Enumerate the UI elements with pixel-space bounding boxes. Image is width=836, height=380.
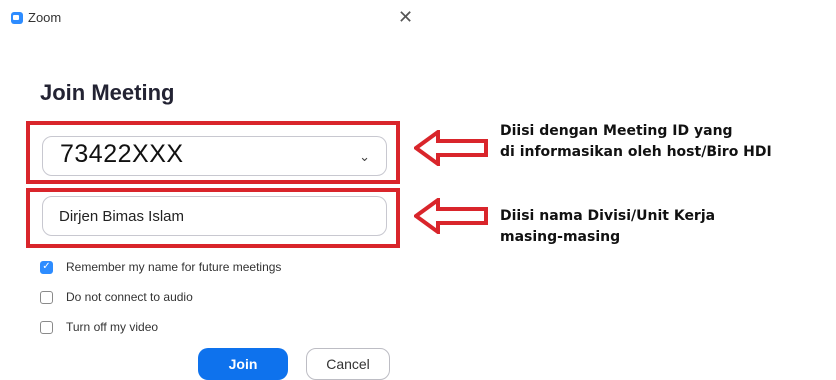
meeting-id-value: 73422XXX: [60, 140, 184, 168]
no-audio-checkbox[interactable]: [40, 290, 53, 304]
meeting-id-note-line1: Diisi dengan Meeting ID yang: [500, 123, 733, 139]
no-audio-option[interactable]: Do not connect to audio: [40, 288, 193, 306]
join-button[interactable]: Join: [198, 348, 288, 380]
name-note-line1: Diisi nama Divisi/Unit Kerja: [500, 208, 716, 224]
zoom-logo-icon: [11, 12, 23, 24]
page-title: Join Meeting: [40, 80, 175, 105]
meeting-id-note-line2: di informasikan oleh host/Biro HDI: [500, 144, 772, 160]
no-audio-label: Do not connect to audio: [66, 290, 193, 304]
video-off-label: Turn off my video: [66, 320, 159, 334]
meeting-id-combobox[interactable]: 73422XXX ⌄: [42, 136, 387, 176]
video-off-option[interactable]: Turn off my video: [40, 318, 158, 336]
video-off-checkbox[interactable]: [40, 320, 53, 334]
close-icon[interactable]: ✕: [398, 8, 413, 26]
remember-name-option[interactable]: ✓ Remember my name for future meetings: [40, 258, 281, 276]
remember-name-label: Remember my name for future meetings: [66, 260, 282, 274]
name-note: Diisi nama Divisi/Unit Kerja masing-masi…: [500, 206, 715, 248]
window-title: Zoom: [28, 10, 62, 25]
arrow-left-icon: [414, 198, 488, 234]
arrow-left-icon: [414, 130, 488, 166]
meeting-id-note: Diisi dengan Meeting ID yang di informas…: [500, 121, 772, 163]
chevron-down-icon[interactable]: ⌄: [359, 149, 370, 165]
name-input-value: Dirjen Bimas Islam: [59, 208, 185, 225]
name-note-line2: masing-masing: [500, 229, 621, 245]
cancel-button[interactable]: Cancel: [306, 348, 390, 380]
name-input[interactable]: Dirjen Bimas Islam: [42, 196, 387, 236]
remember-name-checkbox[interactable]: ✓: [40, 260, 53, 274]
